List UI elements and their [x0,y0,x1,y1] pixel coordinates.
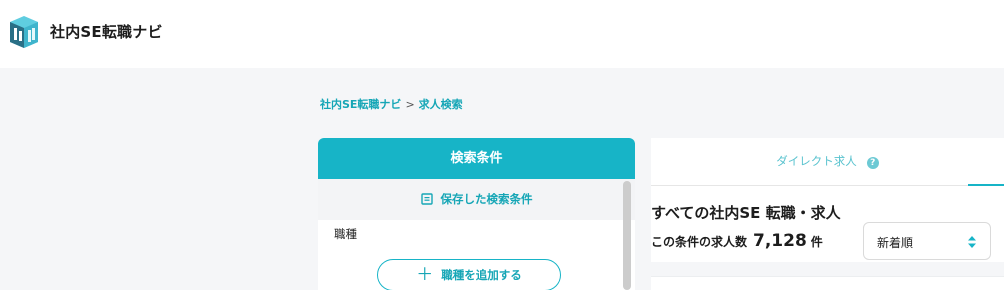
saved-list-icon [420,193,433,205]
result-count-number: 7,128 [753,231,807,251]
breadcrumb-separator: > [405,98,415,111]
plus-icon: ＋ [416,264,434,285]
search-conditions-title: 検索条件 [318,138,635,179]
breadcrumb: 社内SE転職ナビ > 求人検索 [320,96,463,112]
panel-scrollbar[interactable] [623,181,631,290]
results-title: すべての社内SE 転職・求人 [651,204,841,222]
breadcrumb-current[interactable]: 求人検索 [419,98,463,111]
saved-conditions-link[interactable]: 保存した検索条件 [318,179,635,220]
search-conditions-panel: 検索条件 保存した検索条件 職種 ＋ 職種を追加する [318,138,635,290]
results-gap [651,262,1004,276]
site-header: 社内SE転職ナビ [0,0,1004,68]
breadcrumb-home-link[interactable]: 社内SE転職ナビ [320,98,401,111]
help-icon[interactable]: ? [866,157,879,169]
tab-direct-jobs[interactable]: ダイレクト求人? [651,138,1004,186]
site-brand-name[interactable]: 社内SE転職ナビ [50,21,163,42]
sort-select-value: 新着順 [877,236,914,250]
job-card-top [651,276,1004,290]
tab-direct-jobs-label: ダイレクト求人 [776,154,857,168]
site-logo-icon[interactable] [6,14,42,50]
sort-arrows-icon [968,236,976,248]
add-job-type-button[interactable]: ＋ 職種を追加する [377,259,561,290]
sort-select[interactable]: 新着順 [863,222,991,260]
saved-conditions-label: 保存した検索条件 [440,192,533,206]
result-count-prefix: この条件の求人数 [651,235,748,249]
result-count-unit: 件 [810,235,823,249]
result-count: この条件の求人数 7,128 件 [651,231,823,251]
active-tab-indicator [968,184,1004,186]
job-type-label: 職種 [334,227,357,241]
add-job-type-label: 職種を追加する [441,268,522,282]
